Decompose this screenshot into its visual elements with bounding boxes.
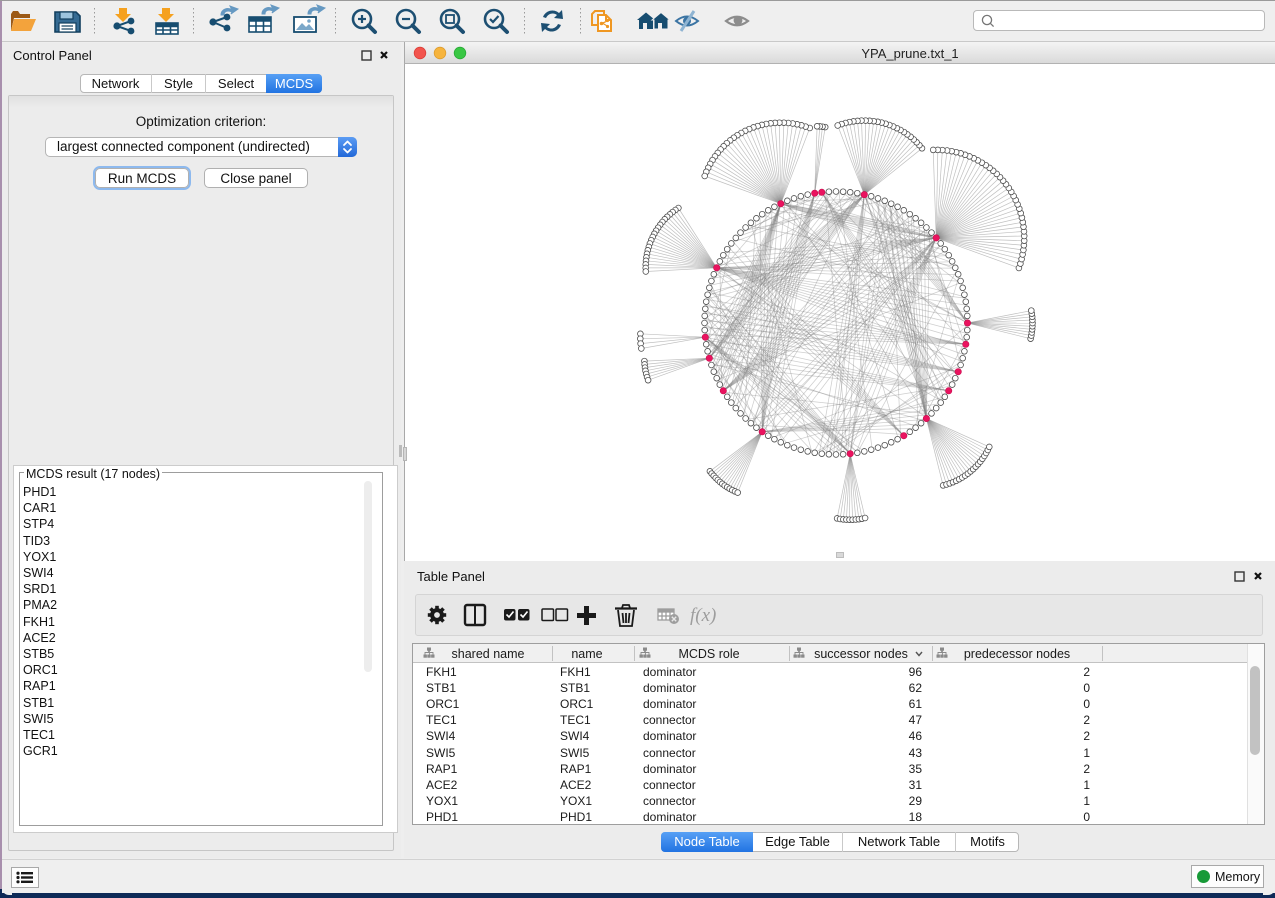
- svg-text:f(x): f(x): [690, 605, 716, 626]
